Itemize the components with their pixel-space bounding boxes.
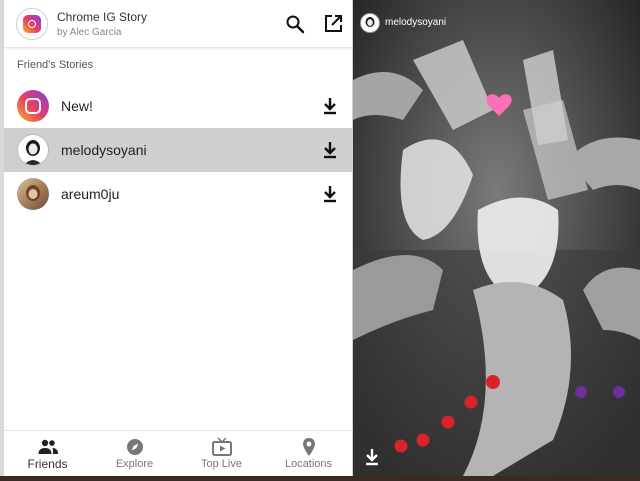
app-header: Chrome IG Story by Alec Garcia <box>4 0 353 48</box>
download-button[interactable] <box>319 139 341 161</box>
instagram-icon <box>17 90 49 122</box>
story-name: New! <box>61 98 93 114</box>
story-name: melodysoyani <box>61 142 147 158</box>
search-icon <box>286 15 305 34</box>
story-photo <box>353 0 640 476</box>
app-title: Chrome IG Story <box>57 10 148 24</box>
open-in-new-button[interactable] <box>321 12 345 36</box>
nav-label: Locations <box>284 458 333 470</box>
story-owner-name: melodysoyani <box>385 17 447 28</box>
story-row[interactable]: New! <box>4 84 353 128</box>
story-row-selected[interactable]: melodysoyani <box>4 128 353 172</box>
download-icon <box>366 449 378 466</box>
open-in-new-icon <box>325 15 342 32</box>
app-logo <box>16 8 48 40</box>
search-button[interactable] <box>283 12 307 36</box>
nav-label: Friends <box>27 457 68 471</box>
download-button[interactable] <box>319 183 341 205</box>
compass-icon <box>127 439 143 455</box>
user-avatar <box>17 134 49 166</box>
nav-locations[interactable]: Locations <box>265 431 352 477</box>
story-row[interactable]: areum0ju <box>4 172 353 216</box>
location-pin-icon <box>303 438 315 456</box>
download-button[interactable] <box>319 95 341 117</box>
story-name: areum0ju <box>61 186 120 202</box>
app-logo-icon <box>23 15 41 33</box>
nav-top-live[interactable]: Top Live <box>178 431 265 477</box>
download-icon <box>324 142 336 159</box>
download-icon <box>324 98 336 115</box>
bottom-nav: Friends Explore Top Live Locations <box>4 430 353 476</box>
extension-popup: Chrome IG Story by Alec Garcia Friend's … <box>4 0 353 476</box>
nav-label: Top Live <box>201 458 242 470</box>
story-viewer[interactable]: melodysoyani <box>353 0 640 476</box>
user-avatar <box>17 178 49 210</box>
people-icon <box>38 439 58 454</box>
nav-friends[interactable]: Friends <box>4 431 91 477</box>
story-download-button[interactable] <box>361 446 383 468</box>
section-title: Friend's Stories <box>17 59 94 71</box>
live-tv-icon <box>212 437 232 456</box>
app-author: by Alec Garcia <box>57 27 122 38</box>
story-owner-avatar <box>360 13 380 33</box>
nav-label: Explore <box>115 458 154 470</box>
download-icon <box>324 186 336 203</box>
nav-explore[interactable]: Explore <box>91 431 178 477</box>
